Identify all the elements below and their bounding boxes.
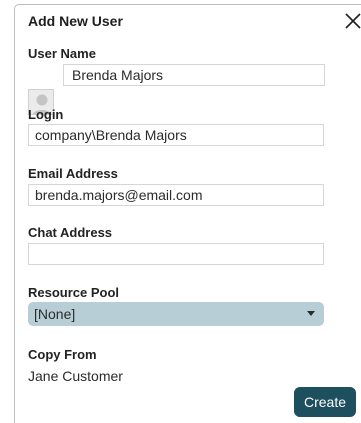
resource-pool-label: Resource Pool — [28, 285, 120, 300]
add-user-panel: Add New User User Name Login Email Addre… — [14, 4, 361, 423]
caret-down-icon — [307, 311, 315, 316]
copy-from-value: Jane Customer — [28, 368, 123, 384]
create-button[interactable]: Create — [294, 387, 356, 417]
login-label: Login — [28, 107, 64, 122]
close-button[interactable] — [344, 12, 361, 30]
dialog-title: Add New User — [28, 13, 123, 29]
resource-pool-select[interactable]: [None] — [28, 302, 324, 326]
chat-address-label: Chat Address — [28, 225, 113, 240]
email-input[interactable] — [28, 184, 324, 206]
resource-pool-value: [None] — [34, 306, 76, 322]
close-icon — [345, 13, 361, 29]
chat-address-input[interactable] — [28, 243, 324, 265]
user-name-input[interactable] — [63, 64, 325, 86]
copy-from-label: Copy From — [28, 347, 97, 362]
login-input[interactable] — [28, 124, 324, 146]
user-name-label: User Name — [28, 46, 96, 61]
email-label: Email Address — [28, 166, 118, 181]
